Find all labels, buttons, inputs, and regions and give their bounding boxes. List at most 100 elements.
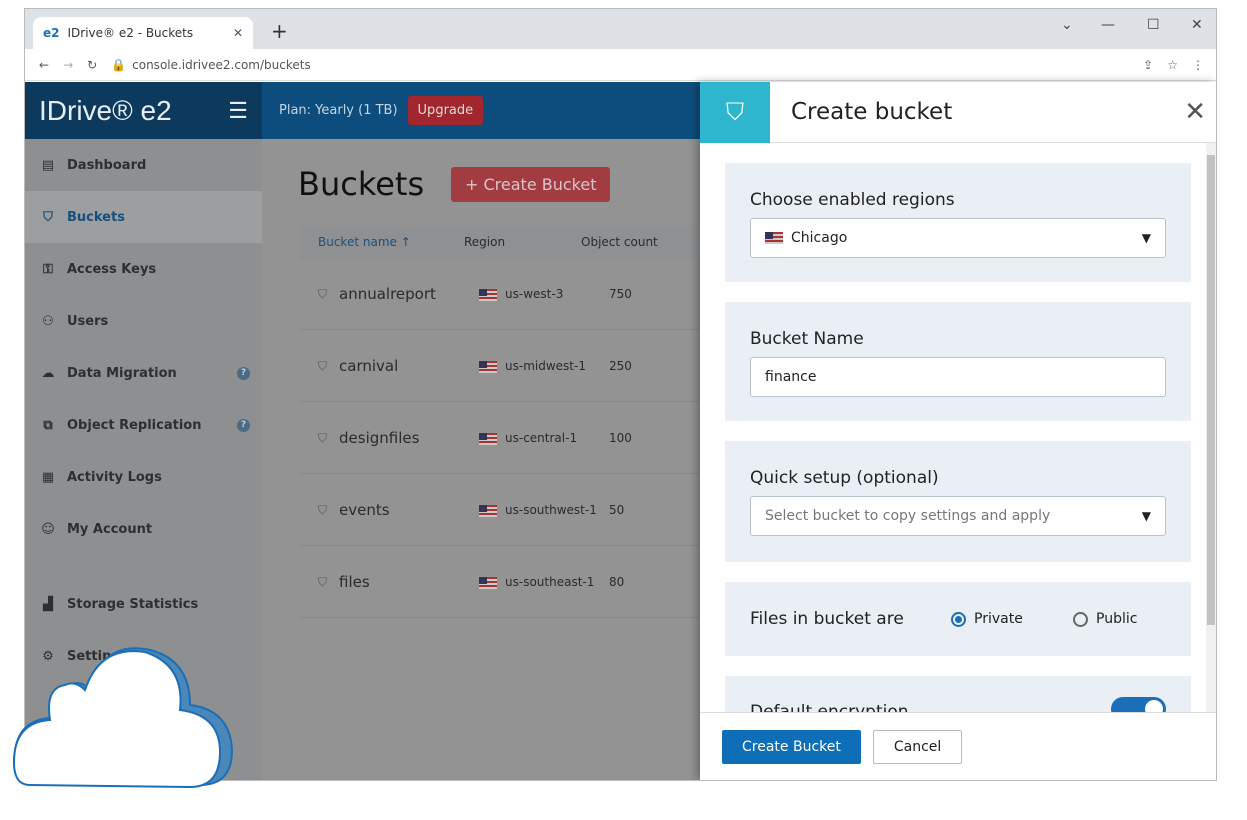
cloud-migration-icon: ☁ bbox=[41, 365, 55, 381]
url-field[interactable]: console.idrivee2.com/buckets bbox=[132, 58, 311, 72]
object-count: 50 bbox=[609, 503, 625, 517]
cancel-button[interactable]: Cancel bbox=[872, 729, 963, 764]
bucket-name[interactable]: events bbox=[339, 501, 479, 519]
region-value: Chicago bbox=[791, 230, 848, 246]
create-bucket-panel: ⛉ Create bucket ✕ Choose enabled regions… bbox=[700, 81, 1216, 780]
sidebar-item-dashboard[interactable]: ▤ Dashboard bbox=[25, 139, 262, 191]
object-count: 250 bbox=[609, 359, 632, 373]
sidebar-item-access-keys[interactable]: ⚿ Access Keys bbox=[25, 243, 262, 295]
public-radio[interactable]: Public bbox=[1073, 611, 1137, 627]
bucket-name[interactable]: files bbox=[339, 573, 479, 591]
sidebar-item-label: Users bbox=[67, 313, 109, 329]
bucket-region: us-southeast-1 bbox=[479, 575, 609, 589]
object-count: 100 bbox=[609, 431, 632, 445]
sidebar-item-data-migration[interactable]: ☁ Data Migration? bbox=[25, 347, 262, 399]
public-label: Public bbox=[1096, 611, 1138, 627]
create-bucket-submit-button[interactable]: Create Bucket bbox=[722, 729, 861, 764]
region-text: us-southwest-1 bbox=[505, 503, 597, 517]
bucket-region: us-west-3 bbox=[479, 287, 609, 301]
caret-down-icon: ▼ bbox=[1141, 509, 1151, 523]
quick-setup-label: Quick setup (optional) bbox=[750, 468, 939, 488]
quick-setup-section: Quick setup (optional) Select bucket to … bbox=[725, 441, 1191, 562]
bucket-icon: ⛉ bbox=[700, 81, 770, 143]
bucket-icon: ⛉ bbox=[318, 574, 328, 589]
bucket-region: us-southwest-1 bbox=[479, 503, 609, 517]
page-title: Buckets bbox=[298, 165, 425, 203]
help-icon[interactable]: ? bbox=[237, 418, 250, 432]
sidebar-item-users[interactable]: ⚇ Users bbox=[25, 295, 262, 347]
sidebar-item-my-account[interactable]: ☺ My Account bbox=[25, 503, 262, 555]
bucket-name-value: finance bbox=[765, 369, 817, 385]
minimize-button[interactable]: — bbox=[1101, 17, 1115, 33]
sidebar-item-object-replication[interactable]: ⧉ Object Replication? bbox=[25, 399, 262, 451]
upgrade-button[interactable]: Upgrade bbox=[407, 96, 484, 125]
encryption-toggle[interactable] bbox=[1111, 697, 1166, 712]
object-count: 80 bbox=[609, 575, 625, 589]
encryption-section: Default encryption bbox=[725, 676, 1191, 712]
bucket-icon: ⛉ bbox=[318, 430, 328, 445]
bucket-icon: ⛉ bbox=[318, 358, 328, 373]
chevron-down-icon[interactable]: ⌄ bbox=[1061, 17, 1073, 33]
table-header: Bucket name ↑ Region Object count bbox=[300, 225, 720, 259]
us-flag-icon bbox=[765, 232, 783, 244]
table-row[interactable]: ⛉ annualreport us-west-3 750 bbox=[300, 259, 720, 330]
bucket-region: us-midwest-1 bbox=[479, 359, 609, 373]
scrollbar[interactable] bbox=[1206, 143, 1216, 712]
sidebar-item-label: Data Migration bbox=[67, 365, 177, 381]
logo[interactable]: IDrive® e2 ☰ bbox=[25, 82, 262, 139]
sidebar-item-storage-statistics[interactable]: ▟ Storage Statistics bbox=[25, 578, 262, 630]
bucket-name-input[interactable]: finance bbox=[750, 357, 1166, 397]
sidebar-item-label: Object Replication bbox=[67, 417, 202, 433]
hamburger-icon[interactable]: ☰ bbox=[228, 98, 248, 124]
region-text: us-central-1 bbox=[505, 431, 578, 445]
table-row[interactable]: ⛉ files us-southeast-1 80 bbox=[300, 547, 720, 618]
reload-icon[interactable]: ↻ bbox=[87, 58, 97, 72]
users-icon: ⚇ bbox=[42, 313, 54, 329]
favicon: e2 bbox=[43, 26, 60, 40]
dashboard-icon: ▤ bbox=[41, 157, 55, 173]
table-row[interactable]: ⛉ carnival us-midwest-1 250 bbox=[300, 331, 720, 402]
sidebar-item-activity-logs[interactable]: ▦ Activity Logs bbox=[25, 451, 262, 503]
help-icon[interactable]: ? bbox=[237, 366, 250, 380]
browser-tab[interactable]: e2 IDrive® e2 - Buckets ✕ bbox=[33, 17, 253, 49]
tab-bar: e2 IDrive® e2 - Buckets ✕ + ⌄ — ☐ ✕ bbox=[25, 9, 1216, 49]
menu-icon[interactable]: ⋮ bbox=[1192, 58, 1204, 72]
column-bucket-name[interactable]: Bucket name ↑ bbox=[300, 235, 464, 249]
user-icon: ☺ bbox=[41, 521, 55, 537]
key-icon: ⚿ bbox=[43, 261, 53, 277]
table-row[interactable]: ⛉ events us-southwest-1 50 bbox=[300, 475, 720, 546]
sidebar-item-label: Dashboard bbox=[67, 157, 147, 173]
back-icon[interactable]: ← bbox=[39, 58, 49, 72]
bucket-region: us-central-1 bbox=[479, 431, 609, 445]
column-region[interactable]: Region bbox=[464, 235, 581, 249]
private-label: Private bbox=[974, 611, 1023, 627]
close-icon[interactable]: ✕ bbox=[1184, 97, 1206, 127]
quick-setup-select[interactable]: Select bucket to copy settings and apply… bbox=[750, 496, 1166, 536]
maximize-button[interactable]: ☐ bbox=[1147, 17, 1160, 33]
private-radio[interactable]: Private bbox=[951, 611, 1073, 627]
bucket-name[interactable]: designfiles bbox=[339, 429, 479, 447]
regions-section: Choose enabled regions Chicago ▼ bbox=[725, 163, 1191, 282]
forward-icon[interactable]: → bbox=[63, 58, 73, 72]
replication-icon: ⧉ bbox=[43, 417, 53, 433]
column-object-count[interactable]: Object count bbox=[581, 235, 658, 249]
new-tab-button[interactable]: + bbox=[271, 19, 288, 43]
us-flag-icon bbox=[479, 360, 498, 373]
logo-text: IDrive® e2 bbox=[39, 94, 172, 126]
create-bucket-button[interactable]: + Create Bucket bbox=[451, 167, 611, 202]
files-access-label: Files in bucket are bbox=[750, 609, 904, 629]
region-select[interactable]: Chicago ▼ bbox=[750, 218, 1166, 258]
close-tab-icon[interactable]: ✕ bbox=[233, 26, 243, 40]
star-icon[interactable]: ☆ bbox=[1167, 58, 1178, 72]
sidebar-item-label: Activity Logs bbox=[67, 469, 162, 485]
close-window-button[interactable]: ✕ bbox=[1191, 17, 1203, 33]
region-text: us-midwest-1 bbox=[505, 359, 586, 373]
sidebar-item-buckets[interactable]: ⛉ Buckets bbox=[25, 191, 262, 243]
bucket-name[interactable]: carnival bbox=[339, 357, 479, 375]
share-icon[interactable]: ⇪ bbox=[1143, 58, 1153, 72]
bucket-name[interactable]: annualreport bbox=[339, 285, 479, 303]
region-text: us-southeast-1 bbox=[505, 575, 595, 589]
bucket-icon: ⛉ bbox=[318, 286, 328, 301]
table-row[interactable]: ⛉ designfiles us-central-1 100 bbox=[300, 403, 720, 474]
us-flag-icon bbox=[479, 288, 498, 301]
